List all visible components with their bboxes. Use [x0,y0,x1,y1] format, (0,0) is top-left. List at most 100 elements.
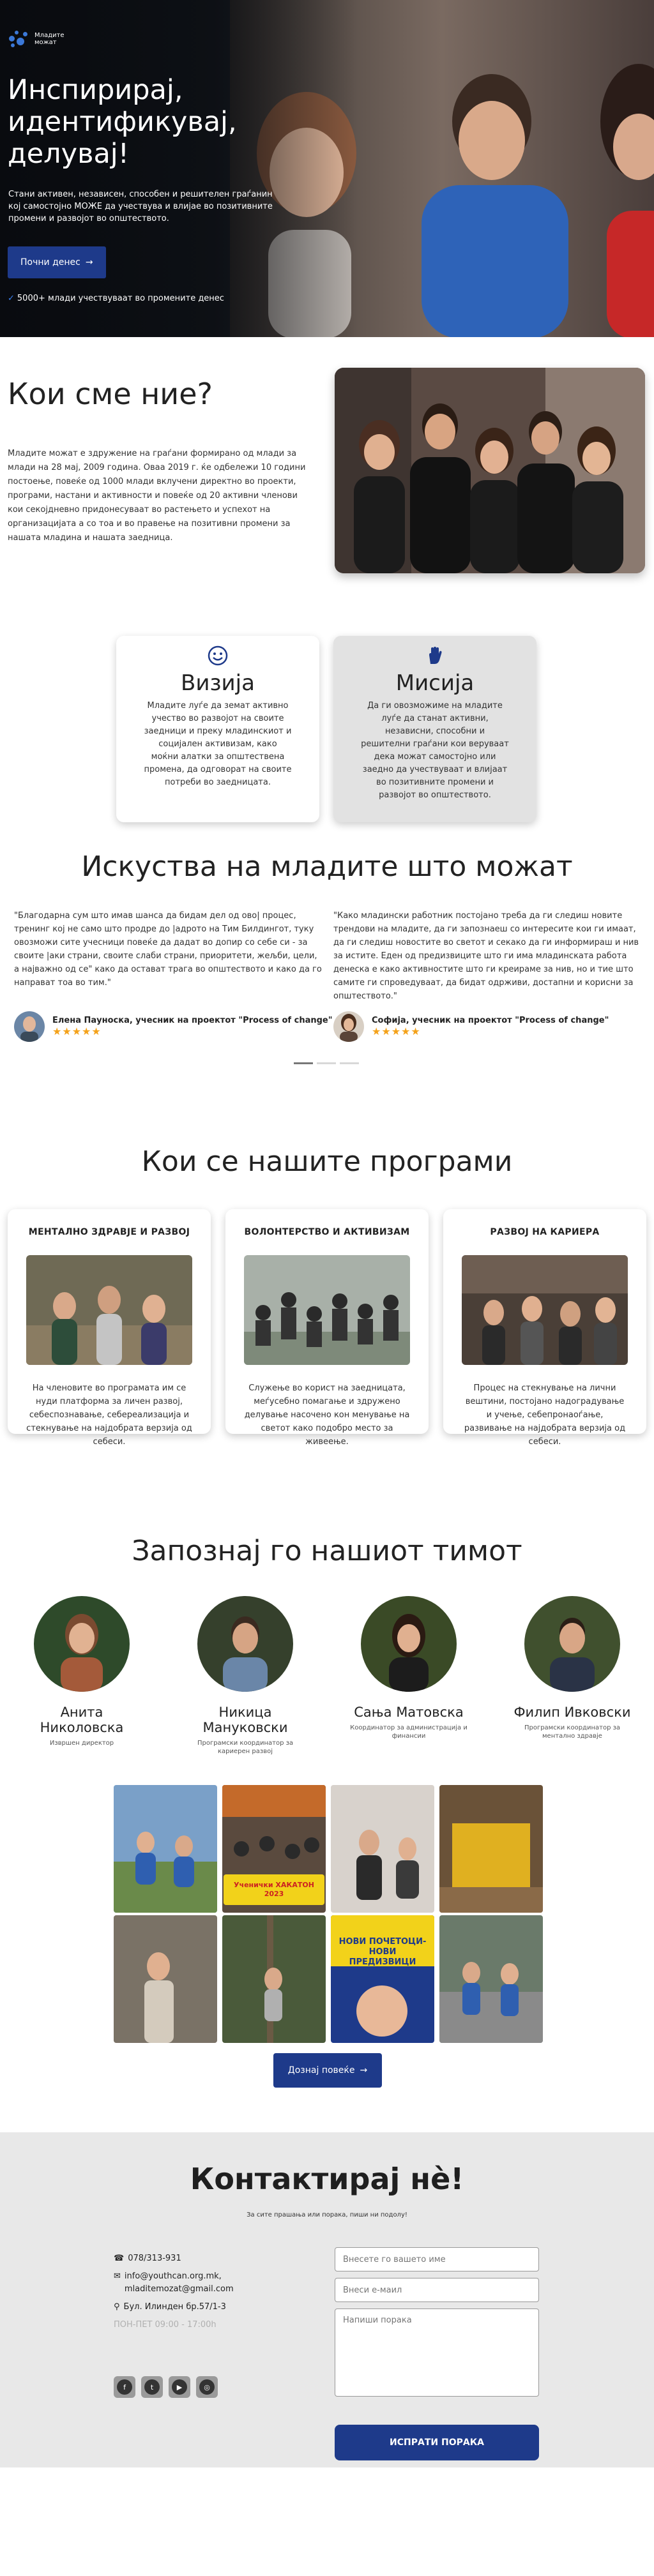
social-links: f t ▶ ◎ [114,2376,218,2398]
member-name: Анита Николовска [40,1705,124,1735]
hackathon-banner-text: Ученички ХАКАТОН 2023 [234,1881,314,1898]
carousel-dot[interactable] [317,1062,336,1064]
email-input[interactable] [335,2278,539,2302]
program-card[interactable]: РАЗВОЈ НА КАРИЕРА Процес на стекнување н… [443,1209,646,1447]
team-member: Никица Мануковски Програмски координатор… [181,1596,309,1756]
program-heading: МЕНТАЛНО ЗДРАВЈЕ И РАЗВОЈ [28,1227,190,1237]
avatar [14,1011,45,1042]
member-role: Координатор за администрација и финансии [350,1724,468,1740]
logo[interactable]: Младите можат [9,29,73,49]
contact-phone[interactable]: 078/313-931 [128,2252,181,2265]
contact-email[interactable]: info@youthcan.org.mk, mladitemozat@gmail… [125,2270,305,2296]
programs-section: Кои се нашите програми МЕНТАЛНО ЗДРАВЈЕ … [0,1145,654,1535]
testimonial-quote: "Како младински работник постојано треба… [333,911,639,1001]
start-today-button[interactable]: Почни денес → [8,246,106,278]
twitter-icon[interactable]: t [141,2376,163,2398]
testimonial-author: Софија, учесник на проектот "Process of … [333,1011,609,1042]
member-photo [34,1596,130,1692]
program-text: На членовите во програмата им се нуди пл… [26,1383,192,1447]
instagram-icon[interactable]: ◎ [196,2376,218,2398]
avatar [333,1011,364,1042]
name-input[interactable] [335,2247,539,2271]
carousel-dot[interactable] [340,1062,359,1064]
arrow-right-icon: → [360,2065,368,2075]
member-role: Извршен директор [49,1740,114,1747]
rating-stars: ★★★★★ [52,1025,102,1037]
vision-card: Визија Младите луѓе да земат активно уче… [116,636,319,822]
gallery-photo[interactable] [222,1915,326,2043]
envelope-icon: ✉ [114,2271,121,2281]
hackathon-banner: Ученички ХАКАТОН 2023 [224,1874,324,1905]
send-message-button[interactable]: ИСПРАТИ ПОРАКА [335,2425,539,2460]
contact-subtitle: За сите прашања или поракa, пиши ни подо… [247,2211,407,2218]
contact-hours: ПОН-ПЕТ 09:00 - 17:00h [114,2320,217,2330]
program-text: Процес на стекнување на лични вештини, п… [464,1383,626,1447]
program-photo [462,1255,628,1365]
team-group-photo [335,368,645,573]
arrow-right-icon: → [85,257,93,267]
contact-section: Контактирај нè! За сите прашања или пора… [0,2132,654,2467]
gallery-poster[interactable]: НОВИ ПОЧЕТОЦИ-НОВИ ПРЕДИЗВИЦИ [331,1915,434,2043]
testimonial-quote: "Благодарна сум што имав шанса да бидам … [14,911,322,988]
social-proof-text: 5000+ млади учествуваат во промените ден… [17,294,224,303]
location-icon: ⚲ [114,2302,120,2312]
facebook-icon[interactable]: f [114,2376,135,2398]
check-icon: ✓ [8,294,15,303]
message-input[interactable] [335,2309,539,2397]
member-name: Сања Матовска [354,1705,464,1720]
testimonials-title: Искуства на младите што можат [81,850,573,883]
team-member: Сања Матовска Координатор за администрац… [345,1596,473,1740]
poster-text: НОВИ ПОЧЕТОЦИ-НОВИ ПРЕДИЗВИЦИ [338,1937,427,1967]
gallery-photo[interactable] [439,1785,543,1913]
member-photo [361,1596,457,1692]
gallery-photo[interactable] [331,1785,434,1913]
phone-icon: ☎ [114,2254,125,2263]
about-title: Кои сме ние? [8,377,213,411]
start-today-label: Почни денес [20,257,80,267]
youtube-icon[interactable]: ▶ [169,2376,190,2398]
program-photo [244,1255,410,1365]
author-name: Софија, учесник на проектот "Process of … [372,1016,609,1025]
contact-phone-row: ☎ 078/313-931 [114,2252,305,2265]
gallery-photo[interactable] [114,1785,217,1913]
member-role: Програмски координатор за ментално здрав… [524,1724,621,1740]
programs-title: Кои се нашите програми [141,1145,513,1178]
gallery-photo[interactable] [114,1915,217,2043]
contact-email-row: ✉ info@youthcan.org.mk, mladitemozat@gma… [114,2270,305,2296]
program-heading: ВОЛОНТЕРСТВО И АКТИВИЗАМ [244,1227,410,1237]
vision-text: Младите луѓе да земат активно учество во… [144,701,292,787]
about-text: Младите можат е здружение на граѓани фор… [8,449,306,543]
social-proof: ✓ 5000+ млади учествуваат во промените д… [8,294,224,303]
carousel-dot[interactable] [294,1062,313,1064]
program-card[interactable]: ВОЛОНТЕРСТВО И АКТИВИЗАМ Служење во кори… [225,1209,429,1447]
rating-stars: ★★★★★ [372,1025,421,1037]
learn-more-button[interactable]: Дознај повеќе → [273,2053,382,2088]
hero-title: Инспирирај, идентификувај, делувај! [8,74,237,170]
member-name: Филип Ивковски [513,1705,631,1720]
smile-icon [208,645,228,666]
testimonials-section: Искуства на младите што можат "Благодарн… [0,845,654,1145]
team-section: Запознај го нашиот тимот Анита Николовск… [0,1535,654,1779]
logo-mark-icon [9,29,31,49]
hero-subtitle: Стани активен, независен, способен и реш… [8,190,273,223]
logo-text: Младите можат [34,32,65,46]
program-photo [26,1255,192,1365]
contact-info: ☎ 078/313-931 ✉ info@youthcan.org.mk, ml… [114,2252,305,2337]
vision-mission-section: Визија Младите луѓе да земат активно уче… [0,612,654,845]
hand-icon [429,647,442,664]
program-card[interactable]: МЕНТАЛНО ЗДРАВЈЕ И РАЗВОЈ На членовите в… [8,1209,211,1447]
testimonial-author: Елена Пауноска, учесник на проектот "Pro… [14,1011,333,1042]
contact-address-row: ⚲ Бул. Илинден бр.57/1-3 [114,2301,305,2314]
mission-card: Мисија Да ги овозможиме на младите луѓе … [333,636,536,822]
contact-address: Бул. Илинден бр.57/1-3 [123,2302,226,2312]
about-section: Кои сме ние? Младите можат е здружение н… [0,337,654,612]
team-member: Анита Николовска Извршен директор [18,1596,146,1747]
author-name: Елена Пауноска, учесник на проектот "Pro… [52,1016,333,1025]
learn-more-label: Дознај повеќе [287,2065,355,2075]
team-title: Запознај го нашиот тимот [132,1535,522,1567]
carousel-dots[interactable] [294,1062,359,1064]
hero-section: Младите можат Инспирирај, идентификувај,… [0,0,654,337]
vision-title: Визија [181,670,255,696]
team-member: Филип Ивковски Програмски координатор за… [508,1596,636,1740]
gallery-photo[interactable] [439,1915,543,2043]
